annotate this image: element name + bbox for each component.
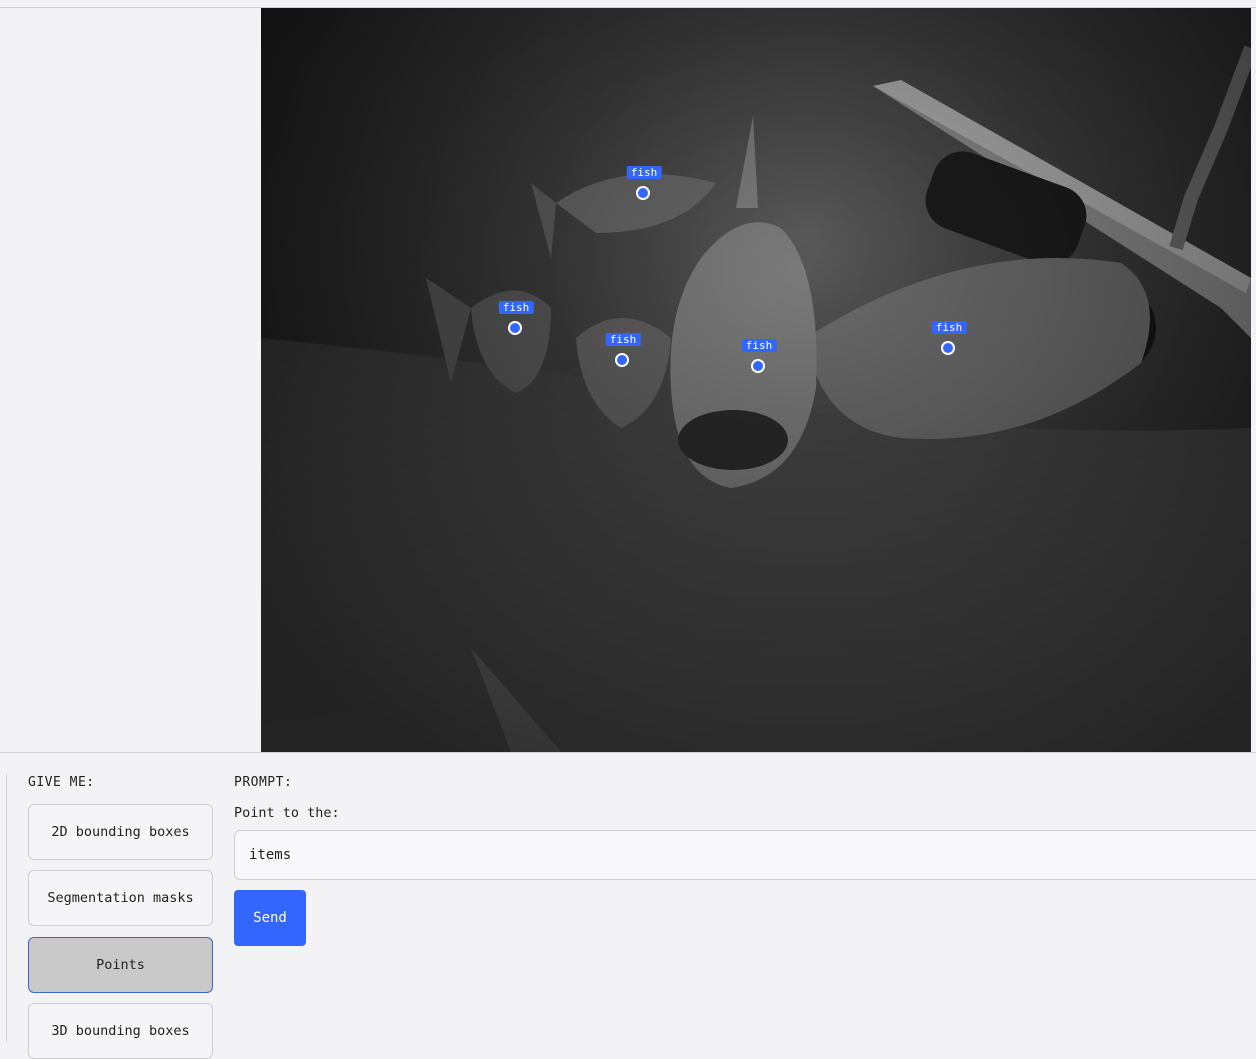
point-label: fish: [498, 301, 534, 314]
mode-button-3d-bounding-boxes[interactable]: 3D bounding boxes: [28, 1003, 213, 1059]
controls-left-rule: [6, 774, 7, 1042]
prompt-instruction: Point to the:: [234, 805, 340, 821]
left-empty-panel: [0, 8, 261, 752]
point-label: fish: [626, 166, 662, 179]
prompt-input[interactable]: items: [234, 830, 1256, 880]
point-label: fish: [931, 321, 967, 334]
image-canvas[interactable]: fish fish fish fish fish: [261, 8, 1251, 752]
point-marker[interactable]: [751, 359, 765, 373]
mode-button-segmentation-masks[interactable]: Segmentation masks: [28, 870, 213, 926]
prompt-heading: PROMPT:: [234, 775, 293, 790]
send-button[interactable]: Send: [234, 890, 306, 946]
mode-button-2d-bounding-boxes[interactable]: 2D bounding boxes: [28, 804, 213, 860]
mode-button-points[interactable]: Points: [28, 937, 213, 993]
point-marker[interactable]: [508, 321, 522, 335]
underwater-scene-image: [261, 8, 1251, 752]
point-label: fish: [605, 333, 641, 346]
give-me-heading: GIVE ME:: [28, 775, 95, 790]
point-marker[interactable]: [636, 186, 650, 200]
point-label: fish: [741, 339, 777, 352]
point-marker[interactable]: [615, 353, 629, 367]
section-divider: [0, 752, 1256, 753]
point-marker[interactable]: [941, 341, 955, 355]
